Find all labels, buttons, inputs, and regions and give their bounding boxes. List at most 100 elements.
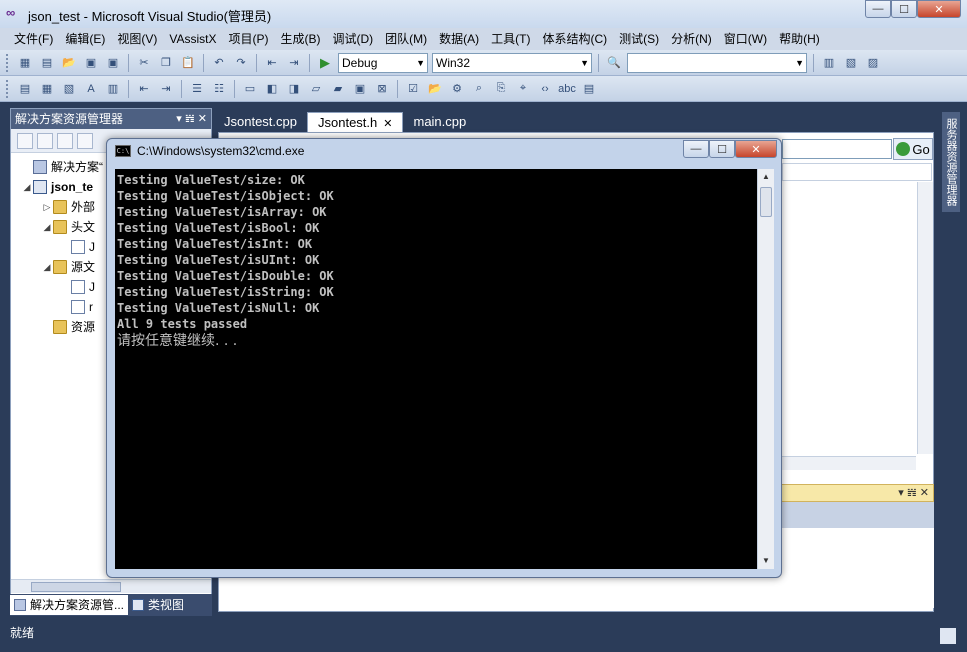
menu-vassistx[interactable]: VAssistX (163, 29, 222, 49)
view-code-icon[interactable] (77, 132, 93, 149)
menu-project[interactable]: 项目(P) (222, 29, 274, 49)
settings-icon[interactable]: ⚙ (448, 80, 466, 98)
quick-info-icon[interactable]: ▧ (60, 80, 78, 98)
resize-grip[interactable] (940, 628, 956, 644)
cmd-vertical-scrollbar[interactable]: ▲ ▼ (757, 169, 774, 569)
open-file-icon[interactable]: 📂 (60, 54, 78, 72)
next-in-folder-icon[interactable]: ▰ (329, 80, 347, 98)
tab-jsontest-cpp[interactable]: Jsontest.cpp (214, 112, 307, 132)
references-icon[interactable]: ⎘ (492, 80, 510, 98)
save-all-icon[interactable]: ▣ (104, 54, 122, 72)
menu-analyze[interactable]: 分析(N) (665, 29, 718, 49)
editor-horizontal-scrollbar[interactable] (782, 456, 916, 470)
find-symbol-icon[interactable]: ⌕ (470, 80, 488, 98)
undo-icon[interactable]: ↶ (210, 54, 228, 72)
scope-combo[interactable] (782, 163, 932, 181)
cmd-maximize-button[interactable]: ☐ (709, 140, 735, 158)
parameter-info-icon[interactable]: ▦ (38, 80, 56, 98)
close-button[interactable]: ✕ (917, 0, 961, 18)
menu-data[interactable]: 数据(A) (433, 29, 485, 49)
menu-view[interactable]: 视图(V) (111, 29, 163, 49)
collapse-icon[interactable]: ◢ (41, 217, 53, 237)
menu-debug[interactable]: 调试(D) (326, 29, 379, 49)
copy-icon[interactable]: ❐ (157, 54, 175, 72)
menu-architecture[interactable]: 体系结构(C) (536, 29, 613, 49)
solution-explorer-icon[interactable]: ▥ (820, 54, 838, 72)
console-output[interactable]: Testing ValueTest/size: OK Testing Value… (115, 169, 757, 569)
comment-icon[interactable]: ☰ (188, 80, 206, 98)
spell-check-icon[interactable]: abc (558, 80, 576, 98)
tab-solution-explorer[interactable]: 解决方案资源管... (10, 595, 129, 615)
server-explorer-tab[interactable]: 服务器资源管理器 (942, 112, 960, 212)
menu-tools[interactable]: 工具(T) (485, 29, 536, 49)
minimize-button[interactable]: — (865, 0, 891, 18)
maximize-button[interactable]: ☐ (891, 0, 917, 18)
scrollbar-thumb[interactable] (31, 582, 121, 592)
show-all-files-icon[interactable] (37, 132, 53, 149)
scroll-up-icon[interactable]: ▲ (758, 169, 774, 185)
menu-window[interactable]: 窗口(W) (718, 29, 773, 49)
list-members-icon[interactable]: ▤ (16, 80, 34, 98)
output-panel-body[interactable] (780, 528, 934, 608)
navigate-forward-icon[interactable]: ⇥ (285, 54, 303, 72)
decrease-indent-icon[interactable]: ⇤ (135, 80, 153, 98)
editor-vertical-scrollbar[interactable] (917, 182, 933, 454)
tab-jsontest-h[interactable]: Jsontest.h ✕ (307, 112, 404, 132)
tool-options-icon[interactable]: ▤ (580, 80, 598, 98)
cmd-close-button[interactable]: ✕ (735, 140, 777, 158)
collapse-icon[interactable]: ◢ (21, 177, 33, 197)
menu-test[interactable]: 测试(S) (613, 29, 665, 49)
tab-main-cpp[interactable]: main.cpp (403, 112, 476, 132)
properties-icon[interactable] (17, 132, 33, 149)
collapse-icon[interactable]: ◢ (41, 257, 53, 277)
member-navigation-combo[interactable] (782, 139, 892, 159)
previous-bookmark-icon[interactable]: ◧ (263, 80, 281, 98)
properties-icon[interactable]: ▧ (842, 54, 860, 72)
platform-select[interactable]: Win32 ▼ (432, 52, 592, 73)
tab-class-view[interactable]: 类视图 (128, 595, 188, 615)
cut-icon[interactable]: ✂ (135, 54, 153, 72)
status-text: 就绪 (10, 626, 35, 640)
find-combo[interactable]: ▼ (627, 52, 807, 73)
go-button[interactable]: Go (893, 138, 933, 160)
task-list-icon[interactable]: ☑ (404, 80, 422, 98)
refactor-icon[interactable]: ⌖ (514, 80, 532, 98)
paste-icon[interactable]: 📋 (179, 54, 197, 72)
new-project-icon[interactable]: ▦ (16, 54, 34, 72)
menu-file[interactable]: 文件(F) (8, 29, 59, 49)
scrollbar-thumb[interactable] (760, 187, 772, 217)
menu-help[interactable]: 帮助(H) (773, 29, 826, 49)
increase-indent-icon[interactable]: ⇥ (157, 80, 175, 98)
add-item-icon[interactable]: ▤ (38, 54, 56, 72)
panel-header-buttons[interactable]: ▾ 𝍀 ✕ (898, 486, 929, 499)
close-tab-icon[interactable]: ✕ (383, 118, 392, 130)
refresh-icon[interactable] (57, 132, 73, 149)
open-folder-icon[interactable]: 📂 (426, 80, 444, 98)
toolbar-grip[interactable] (6, 79, 10, 98)
clear-bookmarks-icon[interactable]: ▣ (351, 80, 369, 98)
display-word-icon[interactable]: ▥ (104, 80, 122, 98)
next-bookmark-icon[interactable]: ◨ (285, 80, 303, 98)
horizontal-scrollbar[interactable] (11, 579, 211, 593)
toolbar-grip[interactable] (6, 53, 10, 72)
bookmark-folder-icon[interactable]: ▱ (307, 80, 325, 98)
panel-header-buttons[interactable]: ▾ 𝍀 ✕ (176, 109, 207, 129)
complete-word-icon[interactable]: A (82, 80, 100, 98)
navigate-backward-icon[interactable]: ⇤ (263, 54, 281, 72)
configuration-select[interactable]: Debug ▼ (338, 52, 428, 73)
menu-team[interactable]: 团队(M) (379, 29, 433, 49)
start-debugging-icon[interactable]: ▶ (316, 54, 334, 72)
redo-icon[interactable]: ↷ (232, 54, 250, 72)
scroll-down-icon[interactable]: ▼ (758, 553, 774, 569)
uncomment-icon[interactable]: ☷ (210, 80, 228, 98)
save-icon[interactable]: ▣ (82, 54, 100, 72)
find-in-files-icon[interactable]: 🔍 (605, 54, 623, 72)
expand-icon[interactable]: ▷ (41, 197, 53, 217)
bookmark-icon[interactable]: ▭ (241, 80, 259, 98)
code-snippet-icon[interactable]: ‹› (536, 80, 554, 98)
cmd-minimize-button[interactable]: — (683, 140, 709, 158)
toolbox-icon[interactable]: ▨ (864, 54, 882, 72)
menu-build[interactable]: 生成(B) (274, 29, 326, 49)
toggle-icon[interactable]: ⊠ (373, 80, 391, 98)
menu-edit[interactable]: 编辑(E) (59, 29, 111, 49)
